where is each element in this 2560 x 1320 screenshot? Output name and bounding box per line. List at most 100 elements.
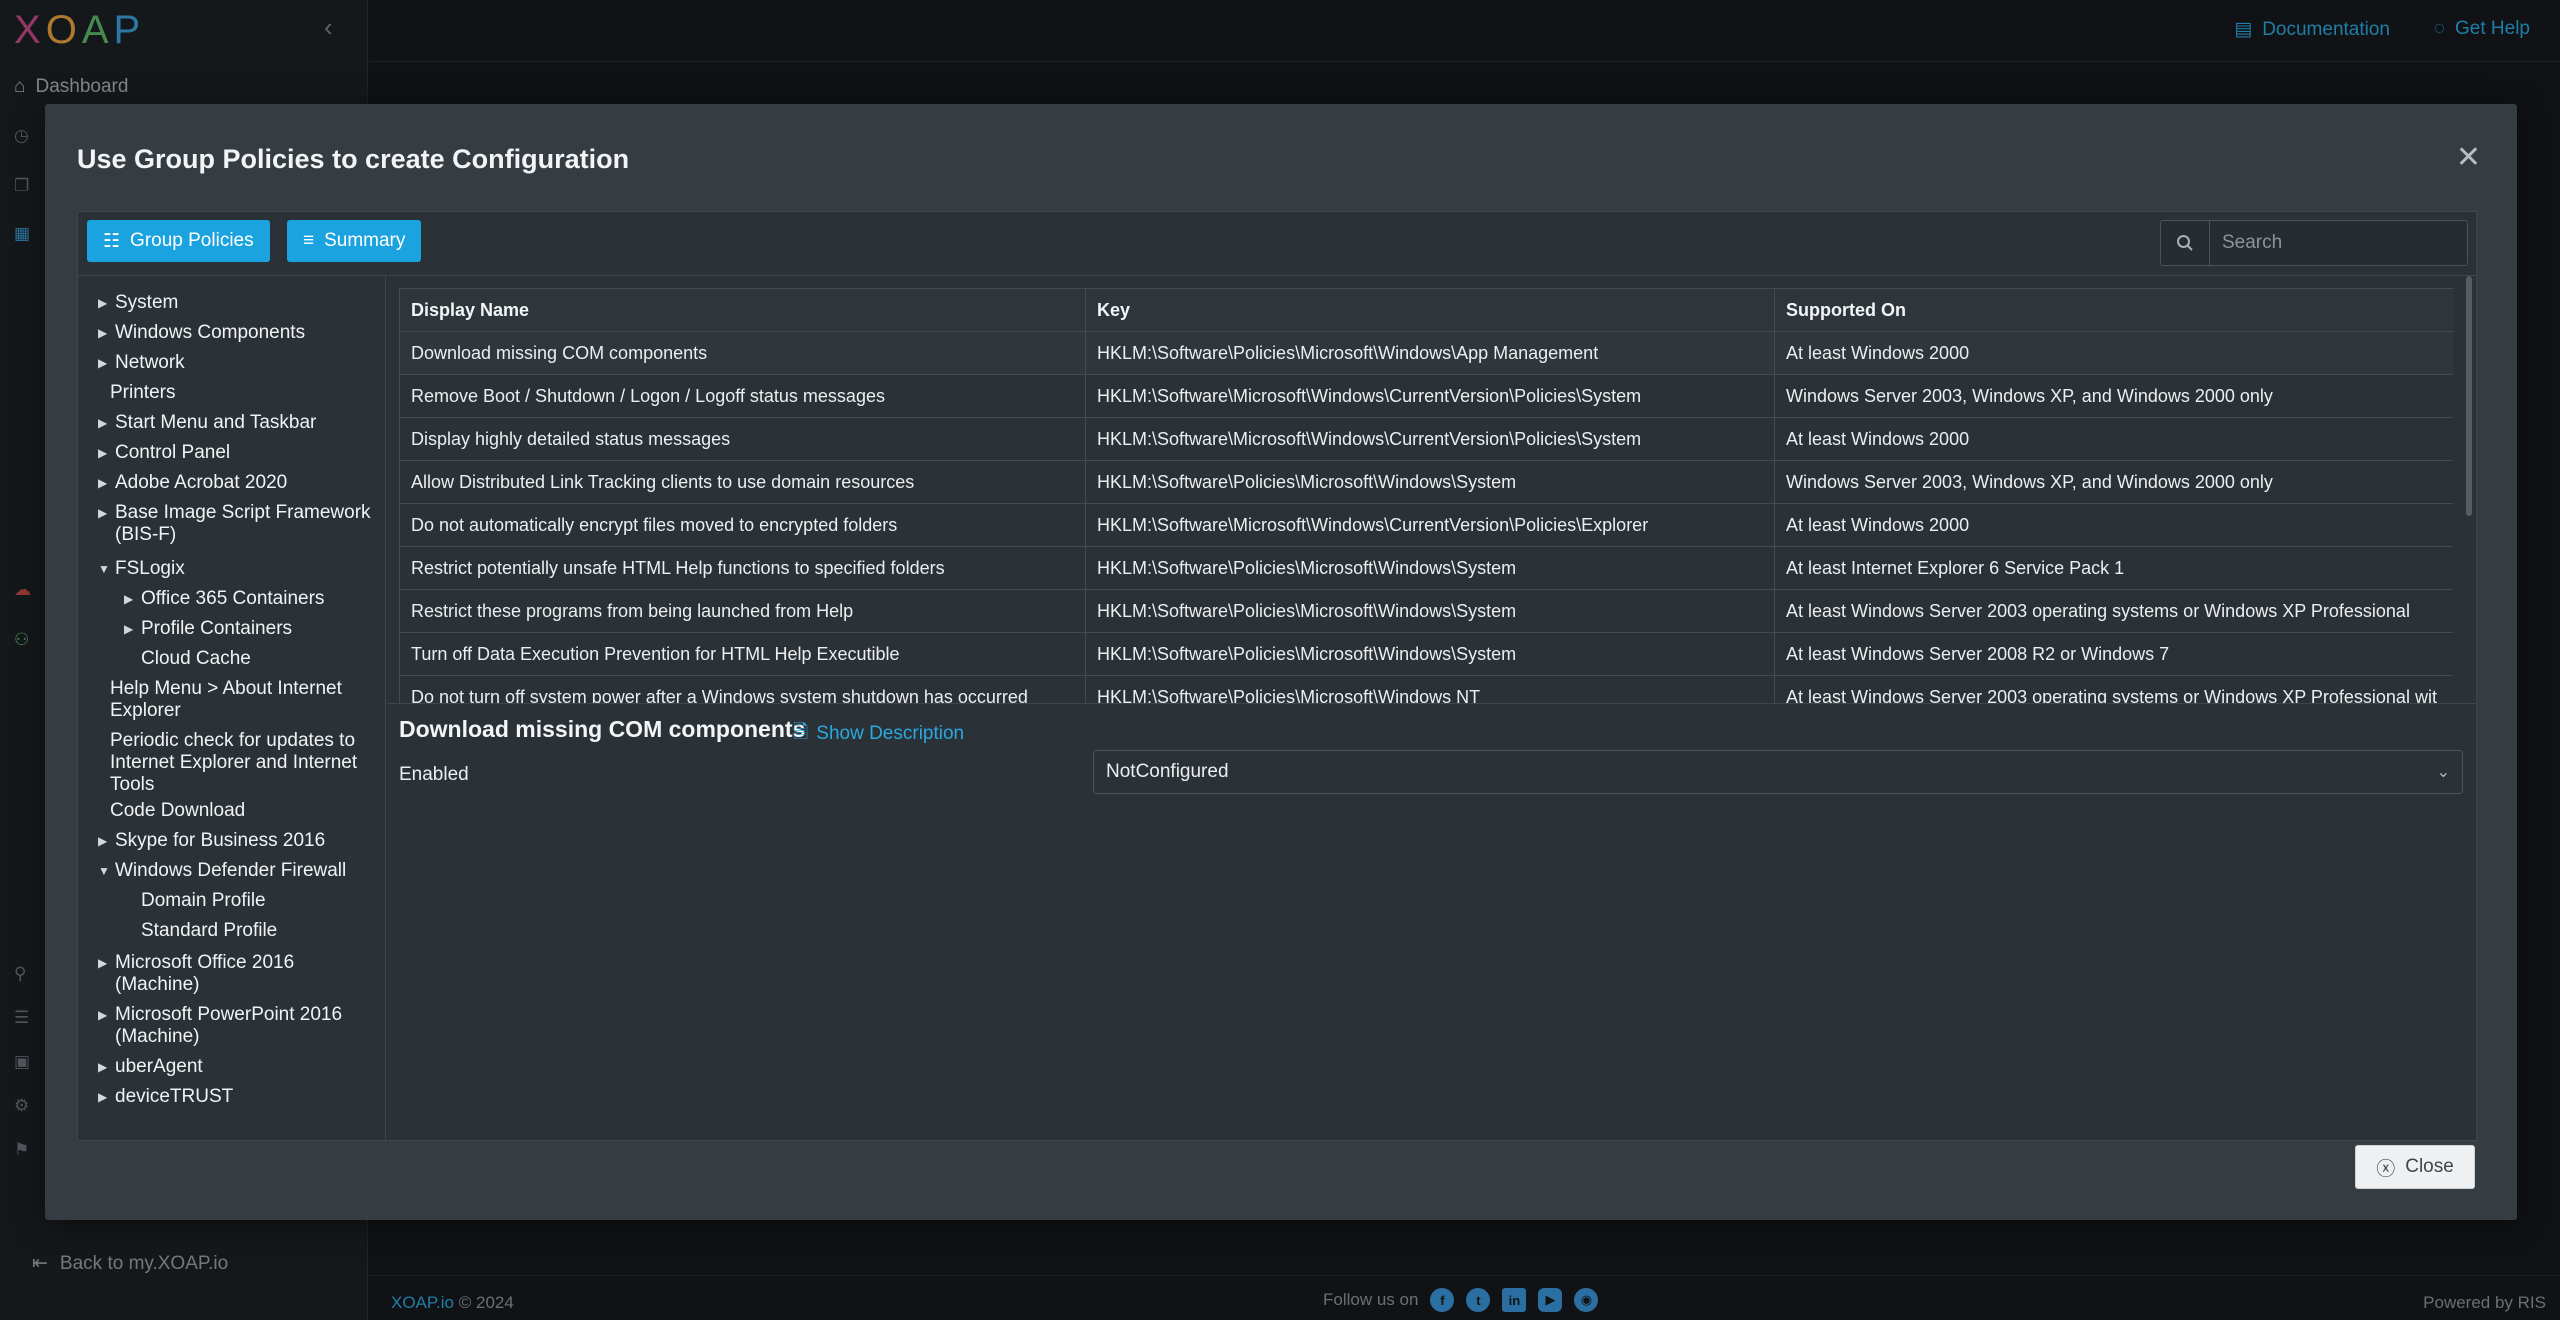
search-icon <box>2161 221 2210 265</box>
tree-item-label: Office 365 Containers <box>141 588 325 609</box>
close-button[interactable]: ⓧ Close <box>2355 1145 2475 1189</box>
table-row[interactable]: Do not automatically encrypt files moved… <box>399 503 2453 547</box>
caret-down-icon[interactable]: ▼ <box>98 860 110 882</box>
group-policies-modal: Use Group Policies to create Configurati… <box>45 104 2517 1220</box>
caret-down-icon[interactable]: ▼ <box>98 558 110 580</box>
table-row[interactable]: Remove Boot / Shutdown / Logon / Logoff … <box>399 374 2453 418</box>
policy-detail-title: Download missing COM components <box>399 716 806 742</box>
tree-item[interactable]: ▶ Network <box>98 352 185 374</box>
caret-right-icon[interactable]: ▶ <box>98 1086 107 1108</box>
tree-item[interactable]: ▼ Windows Defender Firewall <box>98 860 347 882</box>
caret-right-icon[interactable]: ▶ <box>98 502 107 524</box>
modal-title: Use Group Policies to create Configurati… <box>77 144 630 174</box>
cell-supported-on: At least Windows 2000 <box>1774 503 2453 547</box>
tree-item[interactable]: Help Menu > About Internet Explorer <box>110 678 342 722</box>
tree-item[interactable]: Printers <box>110 382 175 404</box>
detail-divider <box>387 703 2476 704</box>
modal-close-icon[interactable]: ✕ <box>2456 140 2481 175</box>
tree-item[interactable]: ▶ System <box>98 292 179 314</box>
tree-item[interactable]: ▶ Skype for Business 2016 <box>98 830 326 852</box>
enabled-field-label: Enabled <box>399 764 469 785</box>
tree-item[interactable]: ▶ Start Menu and Taskbar <box>98 412 317 434</box>
tree-item-label: FSLogix <box>115 558 185 579</box>
tree-item[interactable]: ▶ Microsoft PowerPoint 2016 (Machine) <box>98 1004 342 1048</box>
column-header-supported-on[interactable]: Supported On <box>1774 288 2453 332</box>
show-description-link[interactable]: 🗎 Show Description <box>793 718 964 750</box>
caret-right-icon[interactable]: ▶ <box>98 1056 107 1078</box>
tree-item[interactable]: ▶ Profile Containers <box>124 618 293 640</box>
tree-item[interactable]: Periodic check for updates to Internet E… <box>110 730 357 796</box>
table-row[interactable]: Allow Distributed Link Tracking clients … <box>399 460 2453 504</box>
column-header-display-name[interactable]: Display Name <box>399 288 1086 332</box>
group-policies-label: Group Policies <box>130 230 254 251</box>
tree-item-label: Windows Components <box>115 322 306 343</box>
tree-item-label: Domain Profile <box>141 890 266 911</box>
list-icon: ☷ <box>103 230 121 252</box>
summary-label: Summary <box>324 230 406 251</box>
tree-item[interactable]: ▶ Adobe Acrobat 2020 <box>98 472 287 494</box>
table-row[interactable]: Turn off Data Execution Prevention for H… <box>399 632 2453 676</box>
cell-display-name: Do not automatically encrypt files moved… <box>399 503 1086 547</box>
table-row[interactable]: Restrict these programs from being launc… <box>399 589 2453 633</box>
table-row[interactable]: Do not turn off system power after a Win… <box>399 675 2453 703</box>
tree-item[interactable]: Domain Profile <box>141 890 266 912</box>
summary-button[interactable]: ≡ Summary <box>287 220 422 262</box>
cell-supported-on: At least Internet Explorer 6 Service Pac… <box>1774 546 2453 590</box>
summary-icon: ≡ <box>303 230 315 251</box>
tree-item[interactable]: ▶ Control Panel <box>98 442 231 464</box>
tree-item-label: Microsoft Office 2016 (Machine) <box>115 952 295 995</box>
tree-item[interactable]: Cloud Cache <box>141 648 251 670</box>
cell-display-name: Remove Boot / Shutdown / Logon / Logoff … <box>399 374 1086 418</box>
tree-item[interactable]: ▶ Base Image Script Framework (BIS-F) <box>98 502 371 546</box>
group-policies-button[interactable]: ☷ Group Policies <box>87 220 270 262</box>
cell-supported-on: Windows Server 2003, Windows XP, and Win… <box>1774 460 2453 504</box>
cell-display-name: Display highly detailed status messages <box>399 417 1086 461</box>
close-button-label: Close <box>2405 1156 2454 1177</box>
cell-display-name: Restrict potentially unsafe HTML Help fu… <box>399 546 1086 590</box>
policy-tree: ▶ System ▶ Windows Components ▶ Network Printe… <box>78 276 386 1140</box>
caret-right-icon[interactable]: ▶ <box>98 322 107 344</box>
caret-right-icon[interactable]: ▶ <box>98 412 107 434</box>
tree-item[interactable]: ▼ FSLogix <box>98 558 185 580</box>
table-scrollbar[interactable] <box>2466 276 2472 516</box>
tree-item-label: Skype for Business 2016 <box>115 830 326 851</box>
caret-right-icon[interactable]: ▶ <box>98 352 107 374</box>
search-input[interactable] <box>2210 221 2467 265</box>
cell-supported-on: Windows Server 2003, Windows XP, and Win… <box>1774 374 2453 418</box>
tree-item[interactable]: ▶ deviceTRUST <box>98 1086 234 1108</box>
tree-item-label: Windows Defender Firewall <box>115 860 347 881</box>
enabled-select[interactable]: NotConfigured ⌄ <box>1093 750 2463 794</box>
policy-details-area: Display Name Key Supported On Download m… <box>387 276 2476 1140</box>
tree-item[interactable]: Standard Profile <box>141 920 277 942</box>
caret-right-icon[interactable]: ▶ <box>124 618 133 640</box>
caret-right-icon[interactable]: ▶ <box>98 472 107 494</box>
tree-item[interactable]: ▶ Office 365 Containers <box>124 588 325 610</box>
tree-item-label: Control Panel <box>115 442 231 463</box>
tree-item-label: deviceTRUST <box>115 1086 234 1107</box>
tree-item[interactable]: ▶ Microsoft Office 2016 (Machine) <box>98 952 295 996</box>
caret-right-icon[interactable]: ▶ <box>98 1004 107 1026</box>
cell-key: HKLM:\Software\Policies\Microsoft\Window… <box>1085 460 1775 504</box>
caret-right-icon[interactable]: ▶ <box>98 830 107 852</box>
table-row[interactable]: Download missing COM components HKLM:\Sof… <box>399 331 2453 375</box>
cell-key: HKLM:\Software\Policies\Microsoft\Window… <box>1085 331 1775 375</box>
column-header-key[interactable]: Key <box>1085 288 1775 332</box>
caret-right-icon[interactable]: ▶ <box>98 952 107 974</box>
tree-item[interactable]: ▶ Windows Components <box>98 322 306 344</box>
table-row[interactable]: Display highly detailed status messages H… <box>399 417 2453 461</box>
caret-right-icon[interactable]: ▶ <box>98 292 107 314</box>
policy-table: Display Name Key Supported On Download m… <box>399 288 2453 703</box>
tree-item[interactable]: Code Download <box>110 800 245 822</box>
tree-item[interactable]: ▶ uberAgent <box>98 1056 203 1078</box>
cell-key: HKLM:\Software\Microsoft\Windows\Current… <box>1085 417 1775 461</box>
tree-item-label: Standard Profile <box>141 920 278 941</box>
caret-right-icon[interactable]: ▶ <box>98 442 107 464</box>
cell-key: HKLM:\Software\Policies\Microsoft\Window… <box>1085 589 1775 633</box>
table-row[interactable]: Restrict potentially unsafe HTML Help fu… <box>399 546 2453 590</box>
tree-item-label: System <box>115 292 179 313</box>
tree-item-label: Profile Containers <box>141 618 293 639</box>
cell-key: HKLM:\Software\Microsoft\Windows\Current… <box>1085 374 1775 418</box>
tree-item-label: Cloud Cache <box>141 648 251 669</box>
caret-right-icon[interactable]: ▶ <box>124 588 133 610</box>
tree-item-label: Start Menu and Taskbar <box>115 412 317 433</box>
